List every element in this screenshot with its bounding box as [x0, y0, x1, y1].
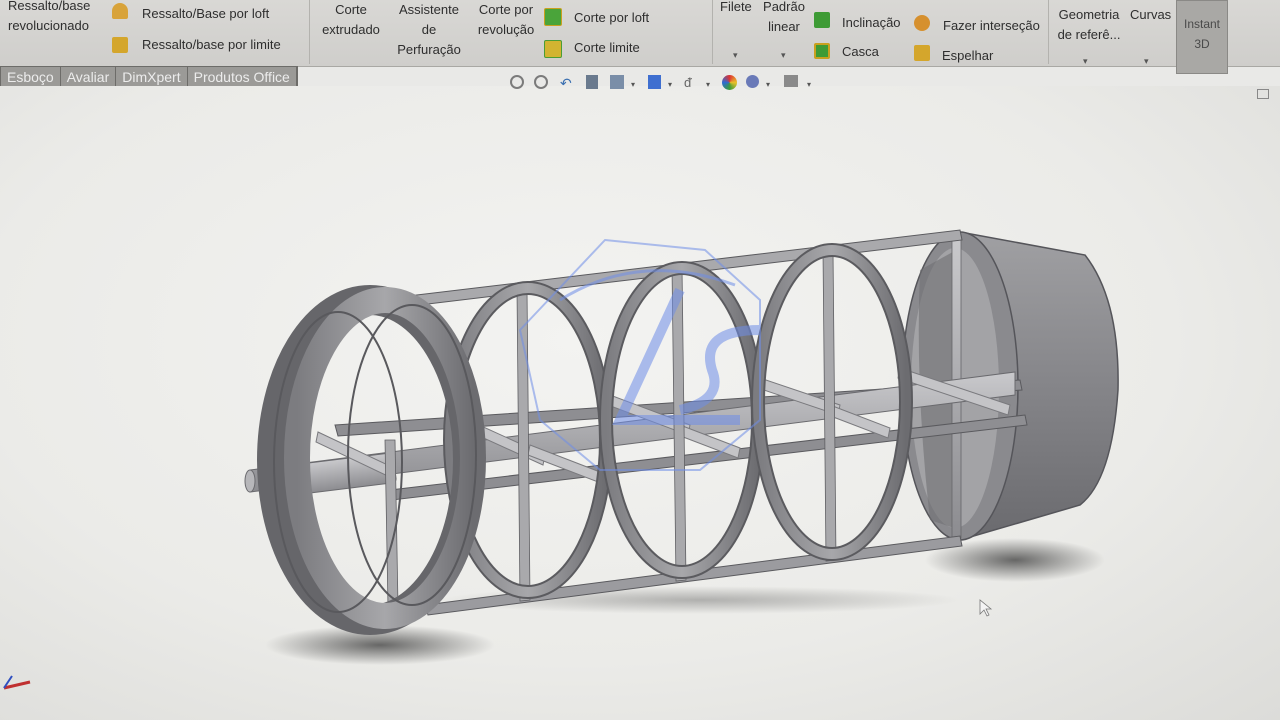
tab-office-products[interactable]: Produtos Office	[187, 67, 297, 87]
intersect-button[interactable]: Fazer interseção	[943, 16, 1040, 36]
linear-pattern-dropdown-icon[interactable]: ▾	[781, 50, 786, 61]
cut-extrude-label-1: Corte	[335, 2, 367, 17]
display-settings-dropdown-icon[interactable]: ▾	[807, 80, 811, 89]
display-style-icon[interactable]	[648, 75, 661, 89]
hole-wizard-label-2: de	[421, 22, 437, 37]
coordinate-triad	[3, 675, 31, 690]
curves-dropdown-icon[interactable]: ▾	[1144, 56, 1149, 67]
cut-boundary-icon	[544, 40, 562, 58]
command-manager-tabs: Esboço Avaliar DimXpert Produtos Office	[0, 66, 298, 88]
cut-extrude-button[interactable]: Corte extrudado	[316, 0, 386, 40]
draft-button[interactable]: Inclinação	[842, 13, 901, 33]
section-view-icon[interactable]	[586, 75, 598, 89]
reference-geometry-button[interactable]: Geometria de referê...	[1054, 5, 1124, 45]
zoom-area-icon[interactable]	[534, 75, 548, 89]
view-orientation-dropdown-icon[interactable]: ▾	[631, 80, 635, 89]
cut-loft-icon	[544, 8, 562, 26]
cut-loft-button[interactable]: Corte por loft	[574, 8, 649, 28]
linear-pattern-label-2: linear	[768, 19, 800, 34]
view-orientation-icon[interactable]	[610, 75, 624, 89]
display-style-dropdown-icon[interactable]: ▾	[668, 80, 672, 89]
boss-revolved-label-1: Ressalto/base	[8, 0, 91, 13]
reference-geometry-label-1: Geometria	[1058, 7, 1120, 22]
hole-wizard-label-1: Assistente	[399, 2, 459, 17]
linear-pattern-button[interactable]: Padrão linear	[760, 0, 808, 37]
curves-button[interactable]: Curvas	[1130, 5, 1171, 25]
cut-boundary-button[interactable]: Corte limite	[574, 38, 640, 58]
zoom-to-fit-icon[interactable]	[510, 75, 524, 89]
command-ribbon: Ressalto/base revolucionado Ressalto/Bas…	[0, 0, 1280, 74]
boss-boundary-icon	[112, 37, 128, 53]
hole-wizard-button[interactable]: Assistente de Perfuração	[392, 0, 466, 60]
cut-extrude-label-2: extrudado	[322, 22, 380, 37]
shell-button[interactable]: Casca	[842, 42, 879, 62]
reference-geometry-dropdown-icon[interactable]: ▾	[1083, 56, 1088, 67]
previous-view-icon[interactable]: ↶	[560, 75, 576, 91]
boss-revolved-label-2: revolucionado	[8, 18, 89, 33]
boss-boundary-button[interactable]: Ressalto/base por limite	[142, 35, 281, 55]
boss-revolved-button[interactable]: Ressalto/base revolucionado	[8, 0, 90, 36]
tab-dimxpert[interactable]: DimXpert	[116, 67, 188, 87]
fillet-dropdown-icon[interactable]: ▾	[733, 50, 738, 61]
boss-loft-button[interactable]: Ressalto/Base por loft	[142, 4, 269, 24]
shell-icon	[814, 43, 830, 59]
display-settings-icon[interactable]	[784, 75, 798, 87]
intersect-icon	[914, 15, 930, 31]
viewport-restore-icon[interactable]	[1257, 89, 1269, 99]
instant3d-label-1: Instant	[1183, 17, 1221, 31]
graphics-area[interactable]	[0, 86, 1280, 720]
linear-pattern-label-1: Padrão	[763, 0, 805, 14]
mouse-cursor-icon	[979, 599, 993, 617]
ribbon-separator	[309, 0, 310, 64]
cut-revolve-button[interactable]: Corte por revolução	[470, 0, 542, 40]
drum-model[interactable]	[0, 86, 1280, 720]
tab-sketch[interactable]: Esboço	[1, 67, 61, 87]
hole-wizard-label-3: Perfuração	[397, 42, 461, 57]
scene-icon[interactable]	[746, 75, 759, 88]
instant3d-button[interactable]: Instant 3D	[1176, 0, 1228, 74]
ribbon-separator	[1048, 0, 1049, 64]
cut-revolve-label-2: revolução	[477, 22, 535, 37]
cut-revolve-label-1: Corte por	[478, 2, 534, 17]
hide-show-dropdown-icon[interactable]: ▾	[706, 80, 710, 89]
fillet-button[interactable]: Filete	[720, 0, 752, 17]
boss-loft-icon	[112, 3, 128, 19]
scene-dropdown-icon[interactable]: ▾	[766, 80, 770, 89]
draft-icon	[814, 12, 830, 28]
appearance-icon[interactable]	[722, 75, 737, 90]
tab-evaluate[interactable]: Avaliar	[60, 67, 117, 87]
instant3d-label-2: 3D	[1194, 37, 1210, 51]
ribbon-separator	[712, 0, 713, 64]
reference-geometry-label-2: de referê...	[1057, 27, 1121, 42]
mirror-icon	[914, 45, 930, 61]
mirror-button[interactable]: Espelhar	[942, 46, 993, 66]
hide-show-icon[interactable]: ᵭ	[684, 75, 700, 91]
